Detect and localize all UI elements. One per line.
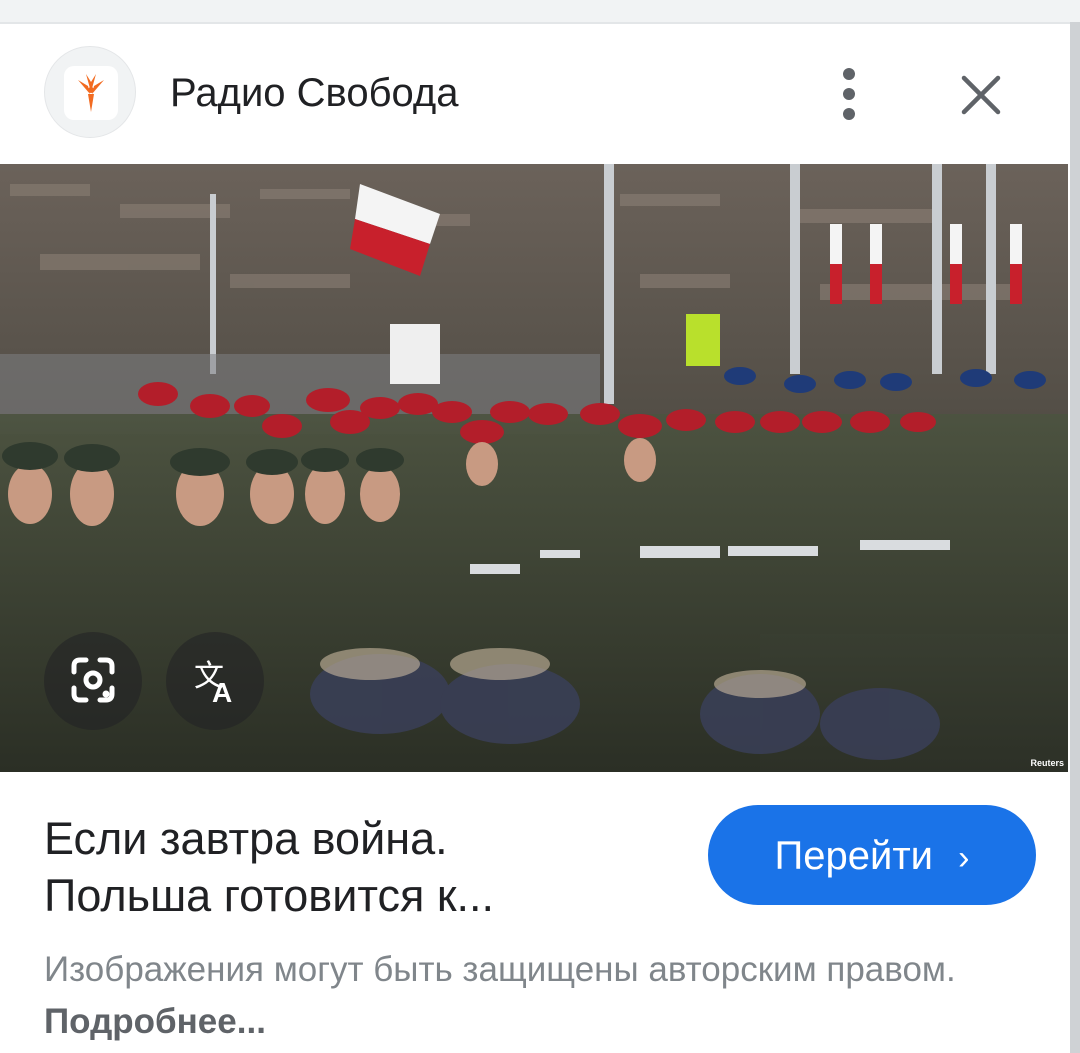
result-image[interactable]: Reuters (0, 164, 1068, 772)
translate-icon: 文 A (194, 660, 232, 708)
chevron-right-icon: › (958, 839, 970, 877)
google-lens-icon (71, 657, 115, 703)
close-icon[interactable] (956, 70, 1006, 120)
visit-button-label: Перейти (774, 834, 934, 878)
learn-more-link[interactable]: Подробнее... (44, 1002, 266, 1041)
copyright-text: Изображения могут быть защищены авторски… (44, 950, 956, 989)
copyright-notice: Изображения могут быть защищены авторски… (44, 944, 1004, 1048)
image-credit: Reuters (1030, 758, 1064, 768)
rfe-torch-logo-icon (78, 74, 104, 112)
site-name[interactable]: Радио Свобода (170, 70, 458, 116)
result-headline[interactable]: Если завтра война. Польша готовится к... (44, 810, 674, 924)
scrollbar[interactable] (1070, 22, 1080, 1053)
svg-text:A: A (212, 677, 232, 708)
headline-line-2: Польша готовится к... (44, 870, 495, 921)
translate-button[interactable]: 文 A (166, 632, 264, 730)
google-lens-button[interactable] (44, 632, 142, 730)
site-logo[interactable] (44, 46, 136, 138)
visit-button[interactable]: Перейти › (708, 805, 1036, 905)
more-vert-icon[interactable] (826, 66, 872, 122)
result-header (0, 24, 1068, 164)
headline-line-1: Если завтра война. (44, 813, 448, 864)
top-strip (0, 0, 1080, 24)
